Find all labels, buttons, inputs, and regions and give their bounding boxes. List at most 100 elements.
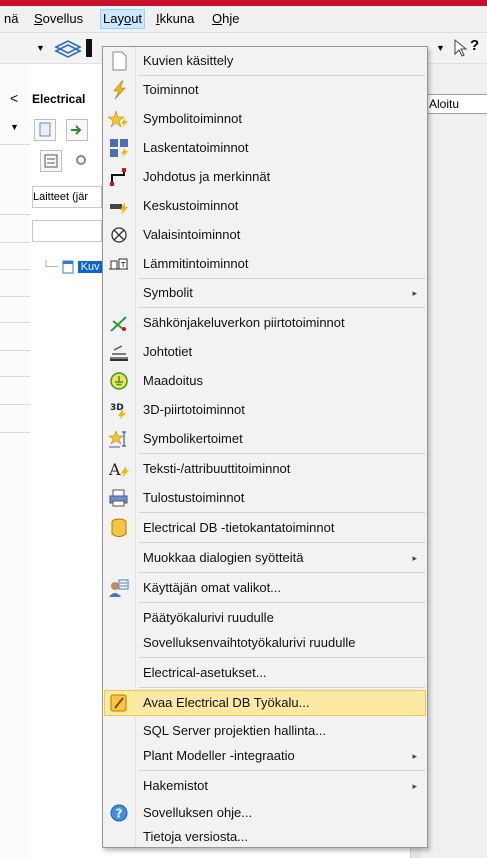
divider bbox=[0, 432, 30, 433]
menu-item-tulostustoiminnot[interactable]: Tulostustoiminnot bbox=[105, 486, 425, 510]
menu-item-symbolitoiminnot[interactable]: Symbolitoiminnot bbox=[105, 107, 425, 131]
svg-text:?: ? bbox=[116, 807, 123, 821]
menu-item-label: Sähkönjakeluverkon piirtotoiminnot bbox=[143, 315, 345, 330]
menu-item-label: Kuvien käsittely bbox=[143, 53, 234, 68]
panel-tool-button[interactable] bbox=[66, 119, 88, 141]
menu-ikkuna[interactable]: Ikkuna bbox=[154, 10, 196, 28]
menu-item-electrical-asetukset[interactable]: Electrical-asetukset... bbox=[105, 661, 425, 685]
left-dock-strip: < ▼ bbox=[0, 64, 31, 858]
menu-item-label: Symbolikertoimet bbox=[143, 431, 243, 446]
divider bbox=[0, 376, 30, 377]
menu-item-plant-modeller[interactable]: Plant Modeller -integraatio ▸ bbox=[105, 744, 425, 768]
menu-item-electrical-db[interactable]: Electrical DB -tietokantatoiminnot bbox=[105, 516, 425, 540]
db-tool-icon bbox=[110, 694, 127, 712]
menu-item-kayttajan-valikot[interactable]: Käyttäjän omat valikot... bbox=[105, 576, 425, 600]
tree-node-label: Kuv bbox=[77, 260, 103, 273]
divider bbox=[0, 322, 30, 323]
menu-item-laskentatoiminnot[interactable]: Laskentatoiminnot bbox=[105, 136, 425, 160]
toolbar-color-swatch[interactable] bbox=[86, 39, 92, 57]
menu-item-label: Lämmitintoiminnot bbox=[143, 256, 249, 271]
menu-item-label: Hakemistot bbox=[143, 778, 209, 793]
lightning-icon bbox=[113, 80, 126, 100]
menu-item-label: Teksti-/attribuuttitoiminnot bbox=[143, 461, 291, 476]
pointer-icon[interactable] bbox=[452, 37, 472, 59]
menu-separator bbox=[139, 572, 425, 573]
filter-input[interactable] bbox=[32, 220, 102, 242]
user-menu-icon bbox=[109, 579, 129, 597]
menu-item-sahkonjakeluverkko[interactable]: Sähkönjakeluverkon piirtotoiminnot bbox=[105, 311, 425, 335]
tree-line-icon: └─ bbox=[42, 260, 58, 273]
menu-item-label: Keskustoiminnot bbox=[143, 198, 239, 213]
menu-sovellus[interactable]: Sovellus bbox=[32, 10, 85, 28]
electrical-panel: Electrical Laitteet (jär bbox=[30, 64, 102, 858]
calculator-icon bbox=[110, 139, 128, 158]
menu-ohje[interactable]: Ohje bbox=[210, 10, 241, 28]
menu-item-toiminnot[interactable]: Toiminnot bbox=[105, 78, 425, 102]
menu-item-sovelluksen-ohje[interactable]: ? Sovelluksen ohje... bbox=[105, 801, 425, 825]
menu-item-label: Maadoitus bbox=[143, 373, 203, 388]
menu-item-symbolikertoimet[interactable]: Symbolikertoimet bbox=[105, 427, 425, 451]
panel-icon bbox=[110, 202, 128, 215]
menu-item-muokkaa-dialogien[interactable]: Muokkaa dialogien syötteitä ▸ bbox=[105, 546, 425, 570]
menu-item-maadoitus[interactable]: Maadoitus bbox=[105, 369, 425, 393]
menu-item-label: Muokkaa dialogien syötteitä bbox=[143, 550, 304, 565]
menu-nakyma[interactable]: nä bbox=[2, 10, 20, 28]
menu-item-valaisintoiminnot[interactable]: Valaisintoiminnot bbox=[105, 223, 425, 247]
menu-item-label: Electrical-asetukset... bbox=[143, 665, 267, 680]
blank-page-icon bbox=[112, 51, 127, 71]
cable-tray-icon bbox=[110, 345, 128, 361]
divider bbox=[0, 269, 30, 270]
menu-separator bbox=[139, 278, 425, 279]
menu-item-hakemistot[interactable]: Hakemistot ▸ bbox=[105, 774, 425, 798]
dropdown-arrow-icon[interactable]: ▼ bbox=[36, 43, 45, 53]
menu-item-teksti-attribuutti[interactable]: A Teksti-/attribuuttitoiminnot bbox=[105, 457, 425, 481]
menu-item-avaa-db-tyokalu[interactable]: Avaa Electrical DB Työkalu... bbox=[104, 690, 426, 716]
help-icon[interactable]: ? bbox=[470, 37, 479, 54]
layers-icon[interactable] bbox=[52, 37, 82, 59]
menu-item-keskustoiminnot[interactable]: Keskustoiminnot bbox=[105, 194, 425, 218]
printer-icon bbox=[109, 489, 128, 507]
menu-item-tietoja-versiosta[interactable]: Tietoja versiosta... bbox=[105, 825, 425, 849]
menu-separator bbox=[139, 75, 425, 76]
menu-separator bbox=[139, 602, 425, 603]
menu-item-label: Tulostustoiminnot bbox=[143, 490, 245, 505]
menu-item-johdotus[interactable]: Johdotus ja merkinnät bbox=[105, 165, 425, 189]
drawing-file-icon bbox=[62, 260, 74, 274]
menu-item-label: Johdotus ja merkinnät bbox=[143, 169, 271, 184]
menu-item-sovelluksenvaihto[interactable]: Sovelluksenvaihtotyökalurivi ruudulle bbox=[105, 631, 425, 655]
menu-separator bbox=[139, 770, 425, 771]
divider bbox=[0, 144, 30, 145]
search-icon[interactable] bbox=[74, 153, 90, 169]
menu-layout[interactable]: Layout bbox=[100, 9, 146, 29]
menu-separator bbox=[139, 657, 425, 658]
menu-item-label: Electrical DB -tietokantatoiminnot bbox=[143, 520, 335, 535]
menu-item-label: Tietoja versiosta... bbox=[143, 829, 249, 844]
dropdown-arrow-icon[interactable]: ▼ bbox=[10, 122, 19, 132]
menu-item-kuvien-kasittely[interactable]: Kuvien käsittely bbox=[105, 49, 425, 73]
symbol-factor-icon bbox=[108, 430, 126, 448]
menu-item-label: Sovelluksenvaihtotyökalurivi ruudulle bbox=[143, 635, 356, 650]
layout-dropdown-menu: Kuvien käsittely Toiminnot Symbolitoimin… bbox=[102, 46, 428, 848]
divider bbox=[0, 404, 30, 405]
menu-item-sql-server[interactable]: SQL Server projektien hallinta... bbox=[105, 719, 425, 743]
menu-item-johtotiet[interactable]: Johtotiet bbox=[105, 340, 425, 364]
star-lightning-icon bbox=[108, 110, 128, 128]
panel-view-button[interactable] bbox=[40, 150, 62, 172]
menu-item-label: Laskentatoiminnot bbox=[143, 140, 249, 155]
tab-aloitus[interactable]: Aloitu bbox=[424, 94, 487, 114]
tree-node-drawing[interactable]: └─ Kuv bbox=[42, 260, 103, 274]
lamp-icon bbox=[111, 227, 127, 243]
divider bbox=[0, 296, 30, 297]
menu-item-symbolit[interactable]: Symbolit ▸ bbox=[105, 281, 425, 305]
category-select[interactable]: Laitteet (jär bbox=[32, 186, 102, 208]
svg-text:A: A bbox=[108, 460, 121, 479]
menu-item-3d-piirto[interactable]: 3D 3D-piirtotoiminnot bbox=[105, 398, 425, 422]
menu-item-lammitintoiminnot[interactable]: T Lämmitintoiminnot bbox=[105, 252, 425, 276]
collapse-icon[interactable]: < bbox=[10, 90, 18, 106]
menu-item-label: Symbolit bbox=[143, 285, 193, 300]
dropdown-arrow-icon[interactable]: ▼ bbox=[436, 43, 445, 53]
menu-item-label: Toiminnot bbox=[143, 82, 199, 97]
menu-item-paatyokalurivi[interactable]: Päätyökalurivi ruudulle bbox=[105, 606, 425, 630]
panel-tool-button[interactable] bbox=[34, 119, 56, 141]
menu-label: Lay bbox=[103, 11, 124, 26]
